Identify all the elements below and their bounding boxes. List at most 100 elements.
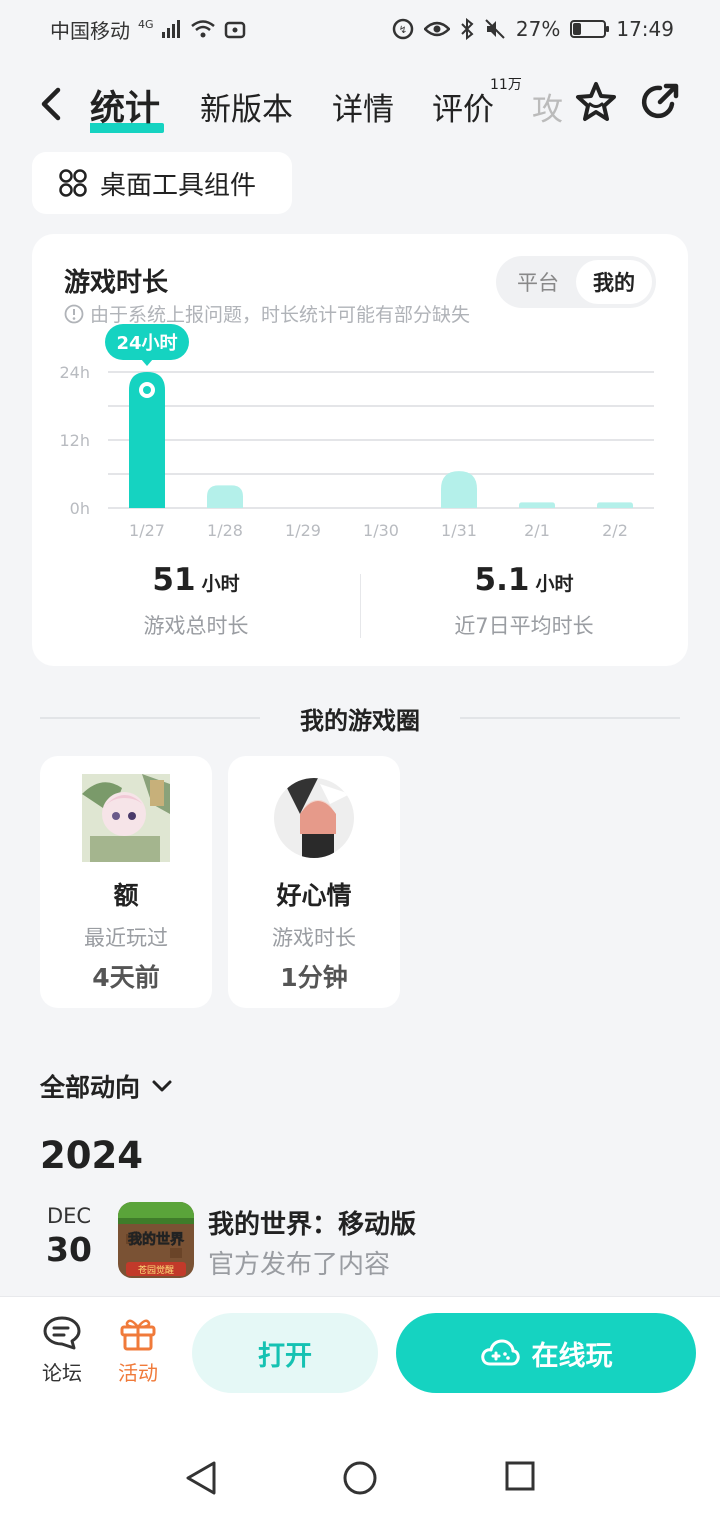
bar (441, 471, 477, 508)
nav-recents-icon[interactable] (504, 1460, 536, 1492)
data-notice: 由于系统上报问题，时长统计可能有部分缺失 (64, 300, 470, 327)
bar-marker-dot (143, 386, 151, 394)
bar-tooltip-pointer (141, 359, 153, 366)
tab-stats[interactable]: 统计 (90, 80, 165, 133)
x-tick-label: 1/30 (363, 521, 399, 540)
toggle-mine[interactable]: 我的 (576, 260, 652, 304)
bar (519, 502, 555, 508)
section-title: 我的游戏圈 (300, 706, 420, 735)
x-tick-label: 2/1 (524, 521, 550, 540)
divider-line (40, 717, 260, 719)
eye-comfort-icon (423, 21, 450, 37)
x-tick-label: 1/27 (129, 521, 165, 540)
tab-reviews[interactable]: 评价 11万 (432, 77, 522, 129)
activity-month: DEC (46, 1204, 92, 1228)
tab-details[interactable]: 详情 (332, 84, 394, 129)
forum-chat-icon (43, 1316, 81, 1350)
source-toggle: 平台 我的 (496, 256, 656, 308)
total-label: 游戏总时长 (143, 614, 249, 638)
clock: 17:49 (616, 17, 674, 41)
forum-label: 论坛 (42, 1361, 82, 1385)
widget-button-label: 桌面工具组件 (100, 170, 257, 201)
info-icon (64, 304, 84, 323)
widgets-icon (59, 169, 87, 197)
tab-strip: 统计 新版本 详情 评价 11万 攻 (90, 76, 570, 136)
game-name: 好心情 (276, 881, 352, 910)
total-unit: 小时 (201, 573, 240, 595)
activity-label: 活动 (118, 1361, 158, 1385)
game-avatar-image (274, 778, 354, 858)
average-label: 近7日平均时长 (454, 614, 594, 638)
favorite-star-icon[interactable] (574, 80, 618, 124)
wifi-icon (190, 20, 215, 38)
tab-guides[interactable]: 攻 (532, 84, 563, 129)
desktop-widget-button[interactable]: 桌面工具组件 (32, 152, 292, 214)
activity-button[interactable]: 活动 (108, 1315, 168, 1386)
forum-button[interactable]: 论坛 (32, 1315, 92, 1386)
y-tick-label: 0h (70, 499, 90, 518)
share-icon[interactable] (638, 80, 682, 124)
open-game-button[interactable]: 打开 (192, 1313, 378, 1393)
review-count-badge: 11万 (490, 77, 522, 93)
game-circle-card[interactable]: 好心情 游戏时长 1分钟 (228, 756, 400, 1008)
toggle-platform[interactable]: 平台 (500, 260, 576, 304)
tab-label: 统计 (90, 89, 161, 129)
playtime-bar-chart: 24h 12h 0h 24小时 1/27 1/28 1/29 1/30 1/31 2/1 2/2 (60, 324, 654, 540)
status-bar: 中国移动 4G ↯ 27% 17:49 (0, 0, 720, 58)
tab-new-version[interactable]: 新版本 (200, 84, 293, 129)
play-online-button[interactable]: 在线玩 (396, 1313, 696, 1393)
battery-icon (570, 20, 610, 38)
cloud-gamepad-icon (480, 1339, 520, 1366)
filter-label: 全部动向 (40, 1073, 141, 1102)
game-circle-card[interactable]: 额 最近玩过 4天前 (40, 756, 212, 1008)
app-icon-title: 我的世界 (128, 1231, 185, 1248)
bluetooth-icon (461, 18, 474, 40)
x-tick-label: 1/29 (285, 521, 321, 540)
open-label: 打开 (258, 1340, 312, 1372)
y-tick-label: 12h (60, 431, 91, 450)
average-value: 5.1 (474, 562, 530, 598)
signal-icon (161, 20, 180, 38)
y-tick-label: 24h (60, 363, 91, 382)
x-tick-label: 2/2 (602, 521, 628, 540)
total-value: 51 (152, 562, 196, 598)
activity-title[interactable]: 我的世界：移动版 (208, 1204, 416, 1241)
year-heading: 2024 (40, 1134, 143, 1177)
chevron-down-icon (152, 1080, 172, 1092)
minecraft-app-icon[interactable]: 我的世界 苍园觉醒 (118, 1202, 194, 1278)
game-stat-label: 游戏时长 (272, 926, 356, 950)
activity-subtitle: 官方发布了内容 (208, 1250, 391, 1280)
total-playtime: 51 小时 游戏总时长 (32, 562, 360, 646)
game-circle-header: 我的游戏圈 (40, 700, 680, 736)
svg-text:↯: ↯ (399, 25, 407, 36)
bottom-action-bar: 论坛 活动 打开 在线玩 (0, 1296, 720, 1410)
activity-filter-dropdown[interactable]: 全部动向 (40, 1068, 174, 1104)
app-notification-icon (224, 21, 245, 39)
notice-text: 由于系统上报问题，时长统计可能有部分缺失 (90, 304, 471, 326)
system-nav-bar (0, 1410, 720, 1520)
tab-label: 新版本 (200, 92, 293, 128)
tab-label: 详情 (332, 92, 394, 128)
x-tick-label: 1/28 (207, 521, 243, 540)
tab-label: 攻 (532, 92, 563, 128)
average-unit: 小时 (535, 573, 574, 595)
tab-label: 评价 (432, 92, 494, 128)
playtime-stats-card: 游戏时长 平台 我的 由于系统上报问题，时长统计可能有部分缺失 24h 12h 0h… (32, 234, 688, 666)
data-saver-icon: ↯ (392, 18, 414, 40)
average-playtime: 5.1 小时 近7日平均时长 (360, 562, 688, 646)
game-name: 额 (113, 881, 139, 910)
carrier-label: 中国移动 (50, 18, 130, 43)
bar-tooltip-text: 24小时 (116, 333, 177, 354)
totals-divider (360, 574, 361, 638)
back-arrow-icon[interactable] (34, 82, 74, 126)
top-tab-header: 统计 新版本 详情 评价 11万 攻 (0, 62, 720, 150)
nav-home-icon[interactable] (342, 1460, 378, 1496)
activity-day: 30 (46, 1230, 92, 1269)
game-stat-label: 最近玩过 (84, 926, 168, 950)
nav-back-icon[interactable] (184, 1460, 218, 1496)
bar (597, 502, 633, 508)
divider-line (460, 717, 680, 719)
game-stat-value: 1分钟 (280, 963, 348, 992)
game-stat-value: 4天前 (92, 963, 160, 992)
card-title: 游戏时长 (64, 268, 169, 298)
